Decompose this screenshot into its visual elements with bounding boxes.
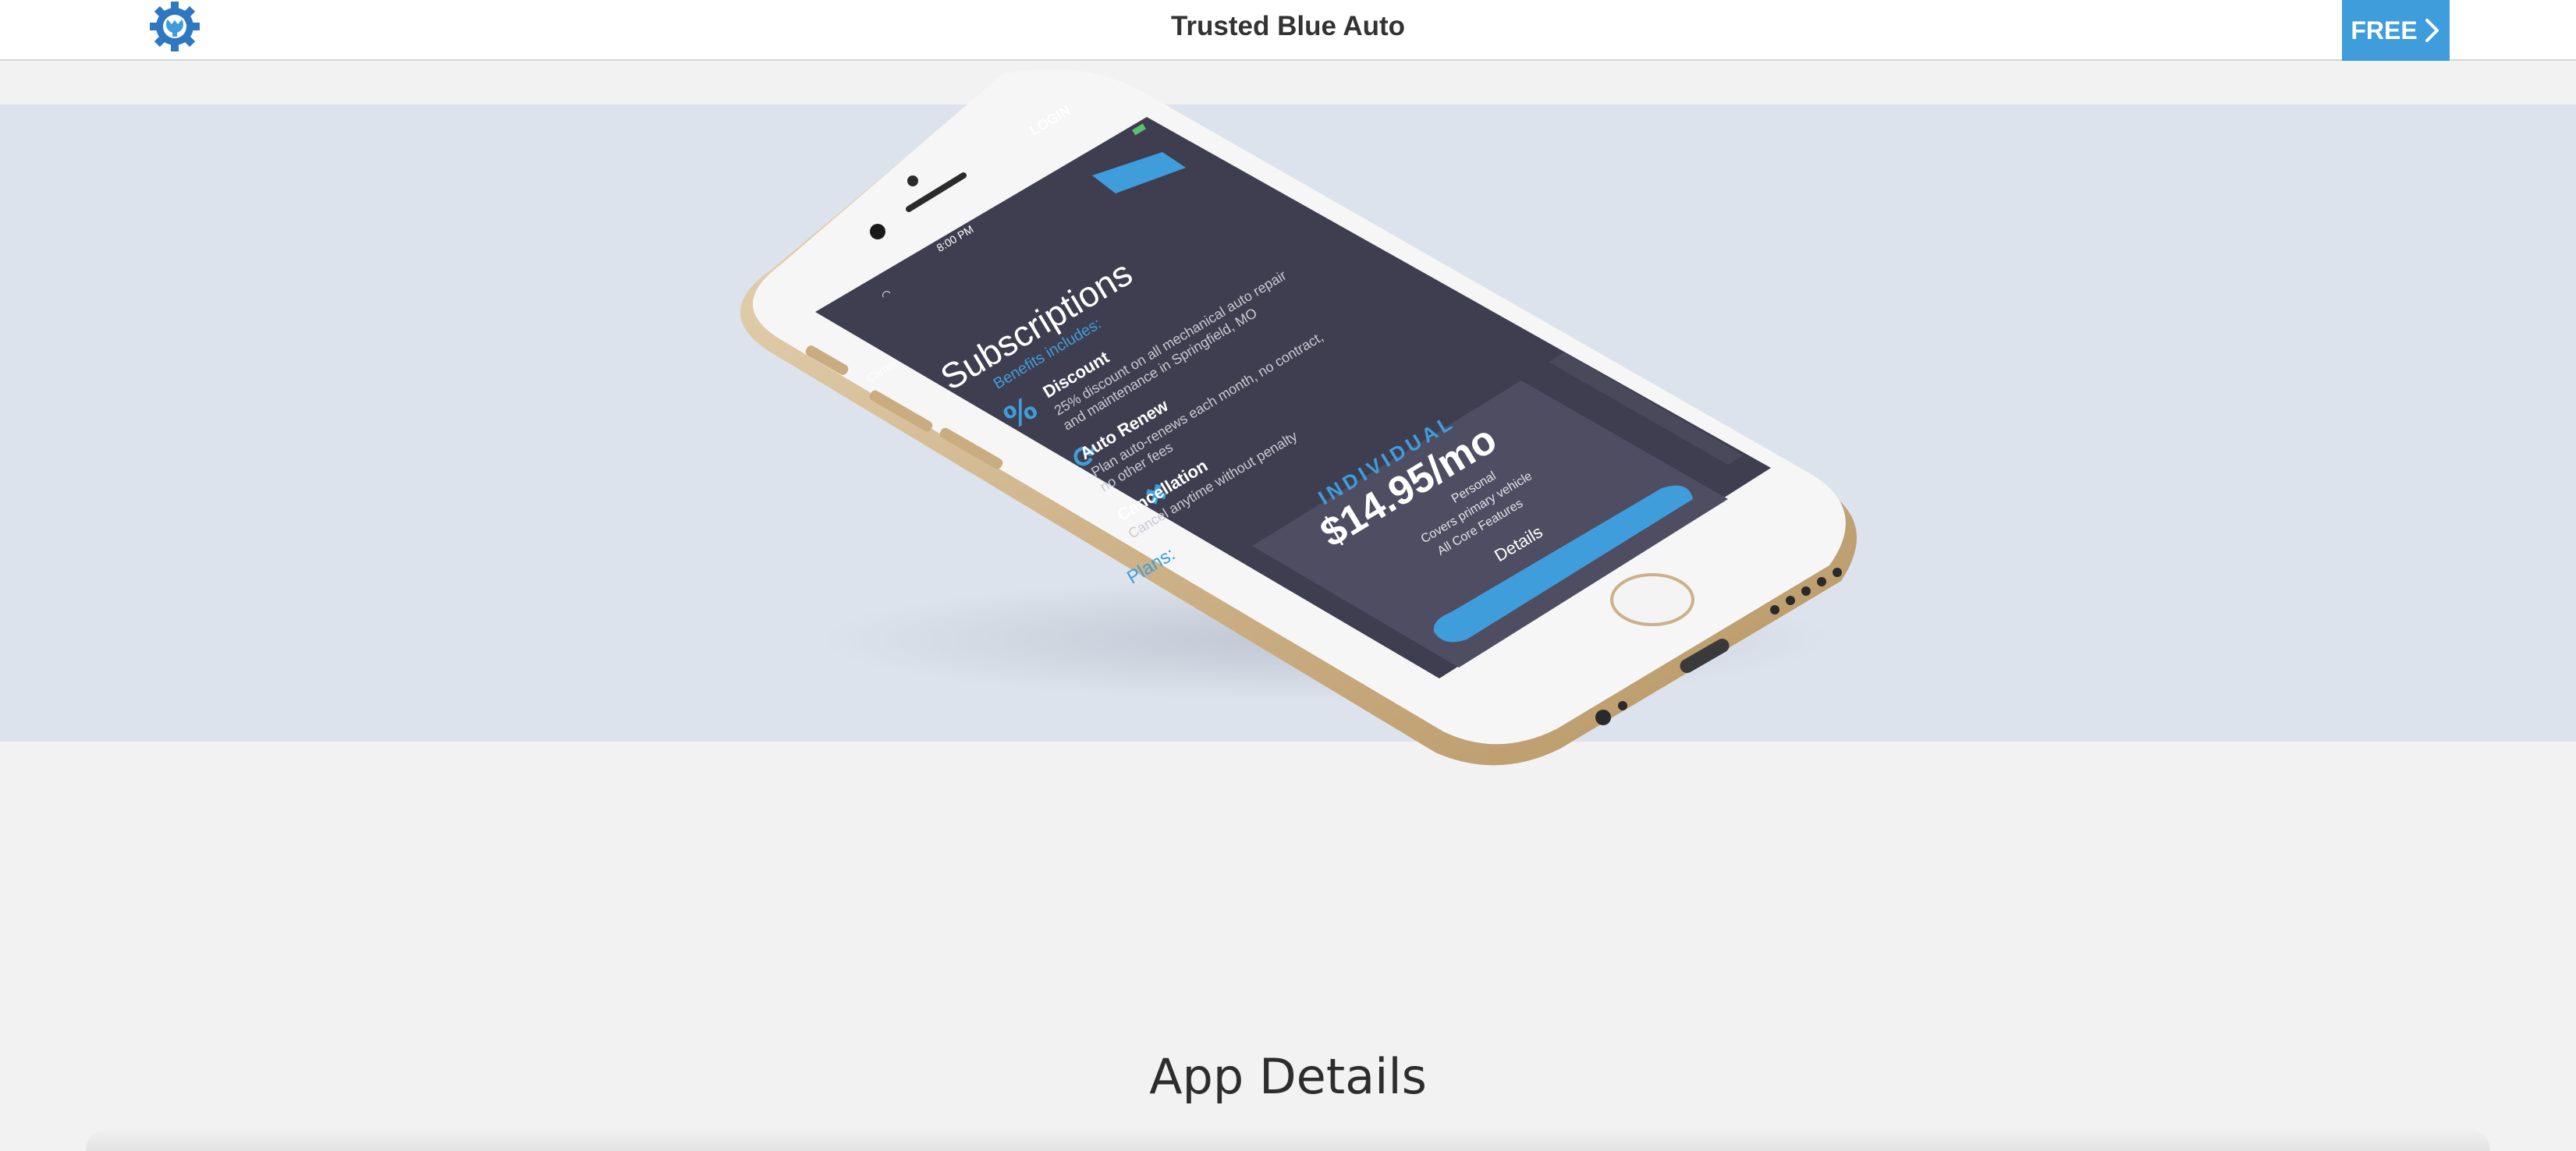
phone-mockup: % ⟳ ✖ ◠ Carrier 8:00 PM LOGIN Subscripti… xyxy=(0,0,2576,780)
home-button-icon xyxy=(1610,573,1694,626)
section-title-app-details: App Details xyxy=(1149,1048,1427,1105)
details-card-top-edge xyxy=(86,1128,2490,1151)
